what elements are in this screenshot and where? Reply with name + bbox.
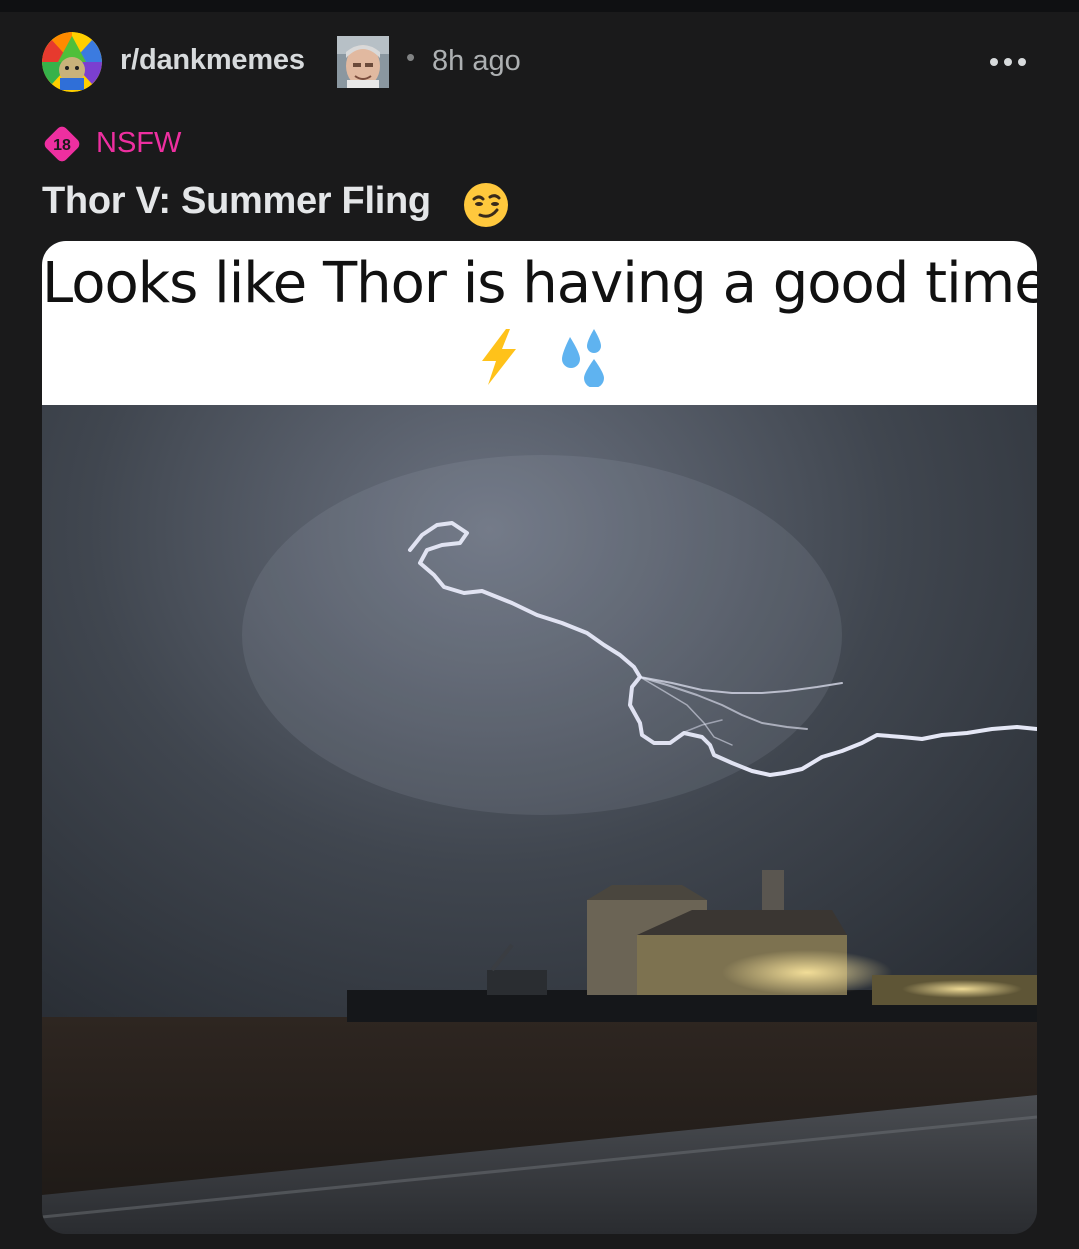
sweat-droplets-icon	[562, 329, 604, 387]
post-header: r/dankmemes • 8h ago	[42, 32, 1042, 92]
lightning-bolt-icon	[482, 329, 516, 385]
nsfw-label: NSFW	[96, 127, 182, 159]
subreddit-name-link[interactable]: r/dankmemes	[120, 44, 305, 77]
smirking-face-icon	[464, 183, 508, 227]
post-title[interactable]: Thor V: Summer Fling	[42, 180, 431, 223]
meme-caption-band: Looks like Thor is having a good time	[42, 241, 1037, 405]
post-media[interactable]: Looks like Thor is having a good time	[42, 241, 1037, 1234]
user-avatar[interactable]	[337, 36, 389, 88]
more-options-button[interactable]	[986, 42, 1030, 82]
meme-caption-text: Looks like Thor is having a good time	[42, 251, 1037, 316]
status-bar-strip	[0, 0, 1079, 12]
post-timestamp: 8h ago	[432, 45, 521, 77]
more-options-icon	[990, 58, 1026, 66]
user-avatar-icon	[337, 36, 389, 88]
separator-dot: •	[406, 42, 416, 72]
subreddit-avatar-icon	[42, 32, 102, 92]
subreddit-avatar[interactable]	[42, 32, 102, 92]
nsfw-badge-text: 18	[53, 137, 71, 154]
lightning-photo	[42, 405, 1037, 1234]
caption-emoji-group	[482, 329, 604, 387]
nsfw-badge-icon: 18	[44, 126, 80, 162]
